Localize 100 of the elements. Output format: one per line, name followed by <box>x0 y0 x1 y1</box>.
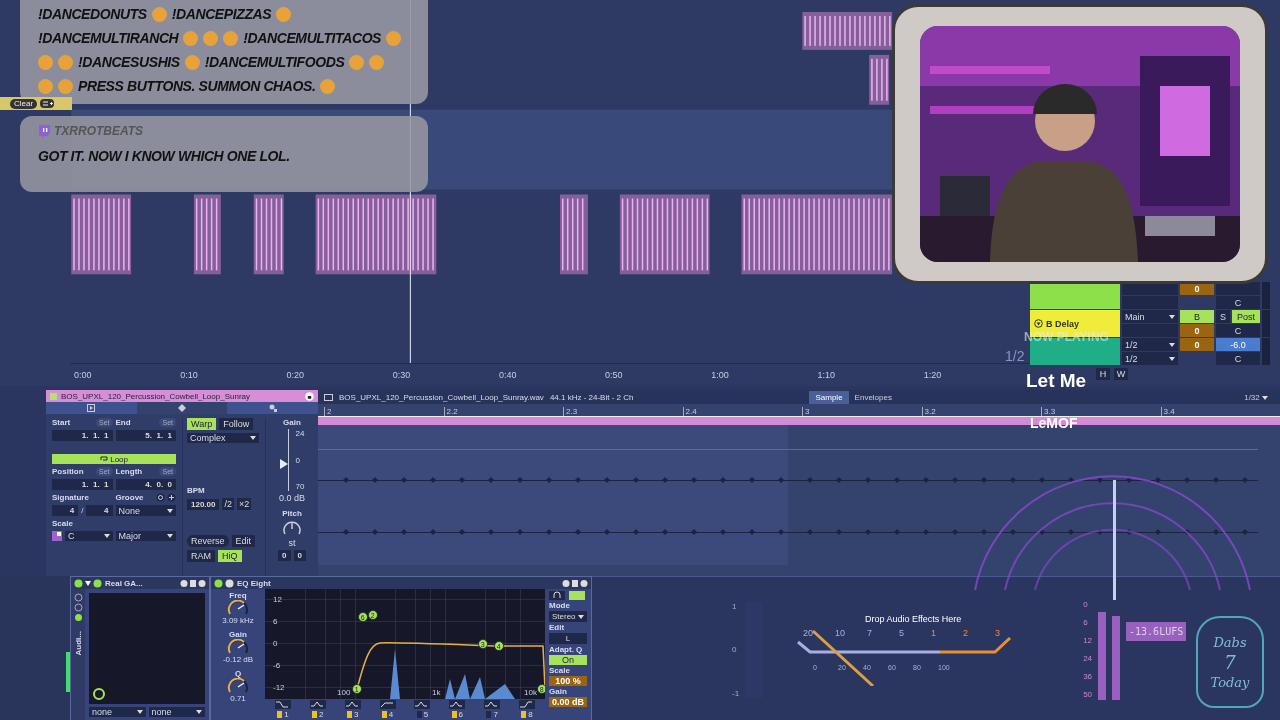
adaptive-q-button[interactable]: On <box>549 655 587 665</box>
clip-tab-icon[interactable] <box>87 404 96 412</box>
audio-clip[interactable] <box>619 194 710 275</box>
volume-field[interactable]: 0 <box>1180 338 1214 351</box>
mode-dropdown[interactable]: Stereo <box>549 611 587 622</box>
caret-icon <box>1169 356 1175 361</box>
loop-button[interactable]: Loop <box>52 454 176 464</box>
audio-clip[interactable] <box>193 194 221 275</box>
emoji-icon <box>58 78 73 94</box>
knob[interactable] <box>227 600 249 616</box>
field-label: Pitch <box>282 509 302 518</box>
output-dropdown[interactable]: 1/2 <box>1122 352 1178 365</box>
solo-button[interactable]: S <box>1216 310 1230 323</box>
field-label: Gain <box>549 687 568 696</box>
audio-clip[interactable] <box>410 194 437 275</box>
groove-dropdown[interactable]: None <box>115 505 176 516</box>
pan-field[interactable]: C <box>1216 352 1260 365</box>
audio-tab-icon[interactable] <box>178 404 186 412</box>
pan-field[interactable]: C <box>1216 324 1260 337</box>
audio-clip[interactable] <box>253 194 284 275</box>
scale-icon[interactable] <box>52 531 62 541</box>
audio-clip[interactable] <box>315 194 411 275</box>
mode-dropdown[interactable]: Major <box>115 531 176 541</box>
output-dropdown[interactable]: Main <box>1122 310 1178 323</box>
groove-icons[interactable] <box>156 493 176 502</box>
editor-tab[interactable]: Envelopes <box>848 390 898 404</box>
clear-button[interactable]: Clear <box>10 98 38 109</box>
gain-field[interactable]: 0.00 dB <box>549 697 587 707</box>
pan-field[interactable]: C <box>1216 296 1260 309</box>
gain-fader[interactable] <box>279 429 292 491</box>
scale-label: 24 <box>1083 654 1093 664</box>
band-toggle[interactable] <box>521 711 527 718</box>
h-button[interactable]: H <box>1096 368 1110 380</box>
band-toggle[interactable] <box>277 711 283 718</box>
grid-dropdown[interactable]: 1/32 <box>1238 390 1274 404</box>
band-toggle[interactable] <box>381 711 387 718</box>
band-toggle[interactable] <box>451 711 457 718</box>
value-field[interactable]: 1. 1. 1 <box>52 479 113 490</box>
audio-clip[interactable] <box>802 11 893 50</box>
value-field[interactable]: 1. 1. 1 <box>52 430 113 441</box>
w-button[interactable]: W <box>1114 368 1128 380</box>
send-button[interactable]: B <box>1180 310 1214 323</box>
root-dropdown[interactable]: C <box>65 531 113 541</box>
gain-field[interactable]: -6.0 <box>1216 338 1260 351</box>
reverse-button[interactable]: Reverse <box>187 535 229 547</box>
band-toggle[interactable] <box>486 711 492 718</box>
filter-icon <box>379 700 396 709</box>
warp-button[interactable]: Warp <box>187 418 217 430</box>
launch-tab-icon[interactable] <box>268 404 277 412</box>
value-field[interactable]: 4. 0. 0 <box>115 479 176 490</box>
power-icon[interactable] <box>214 578 234 588</box>
audio-clip[interactable] <box>741 194 893 275</box>
input-field[interactable] <box>1122 324 1178 337</box>
clip-title-bar[interactable]: BOS_UPXL_120_Percussion_Cowbell_Loop_Sunray <box>46 390 318 402</box>
scale-field[interactable]: 100 % <box>549 676 587 686</box>
editor-tab[interactable]: Sample <box>809 390 849 404</box>
knob[interactable] <box>227 639 249 655</box>
monitor-icons[interactable] <box>549 591 585 600</box>
band-toggle[interactable] <box>346 711 352 718</box>
edit-field[interactable]: L <box>549 633 587 644</box>
denominator-field[interactable]: 4 <box>86 505 113 516</box>
fold-icon[interactable] <box>1034 319 1043 328</box>
ram-button[interactable]: RAM <box>187 550 215 562</box>
edit-button[interactable]: Edit <box>231 535 256 547</box>
emoji-icon <box>58 54 73 70</box>
post-button[interactable]: Post <box>1232 310 1260 323</box>
double-button[interactable]: ×2 <box>237 498 252 510</box>
fine-field[interactable]: 0 <box>293 550 306 561</box>
coarse-field[interactable]: 0 <box>278 550 291 561</box>
volume-field[interactable]: 0 <box>1180 324 1214 337</box>
axis-label: -12 <box>273 683 285 692</box>
device-menu-icons[interactable] <box>180 578 206 588</box>
chain-dropdown[interactable]: none <box>148 707 205 717</box>
band-toggle[interactable] <box>312 711 318 718</box>
half-button[interactable]: /2 <box>222 498 234 510</box>
numerator-field[interactable]: 4 <box>52 505 79 516</box>
scale-label: 7 <box>867 627 873 638</box>
power-icon[interactable] <box>74 578 102 588</box>
audio-clip[interactable] <box>869 54 890 105</box>
output-dropdown[interactable]: 1/2 <box>1122 338 1178 351</box>
device-header[interactable]: Real GA... <box>71 577 209 589</box>
lock-icon[interactable] <box>305 391 314 401</box>
band-toggle[interactable] <box>416 711 422 718</box>
pitch-knob[interactable] <box>282 520 302 536</box>
audio-clip[interactable] <box>71 194 132 275</box>
value-field[interactable]: 5. 1. 1 <box>115 430 176 441</box>
follow-button[interactable]: Follow <box>219 418 254 430</box>
hiq-button[interactable]: HiQ <box>218 550 242 562</box>
chain-dropdown[interactable]: none <box>89 707 146 717</box>
input-field[interactable] <box>1122 296 1178 309</box>
audio-clip[interactable] <box>559 194 588 275</box>
bpm-field[interactable]: 120.00 <box>187 498 220 510</box>
device-menu-icons[interactable] <box>562 578 588 588</box>
knob[interactable] <box>227 678 249 694</box>
track-header[interactable] <box>1030 282 1120 309</box>
band-number: 1 <box>284 710 289 719</box>
axis-label: -6 <box>273 661 281 670</box>
device-header[interactable]: EQ Eight <box>211 577 591 589</box>
add-icon[interactable] <box>40 99 55 108</box>
warp-mode-dropdown[interactable]: Complex <box>187 433 259 443</box>
